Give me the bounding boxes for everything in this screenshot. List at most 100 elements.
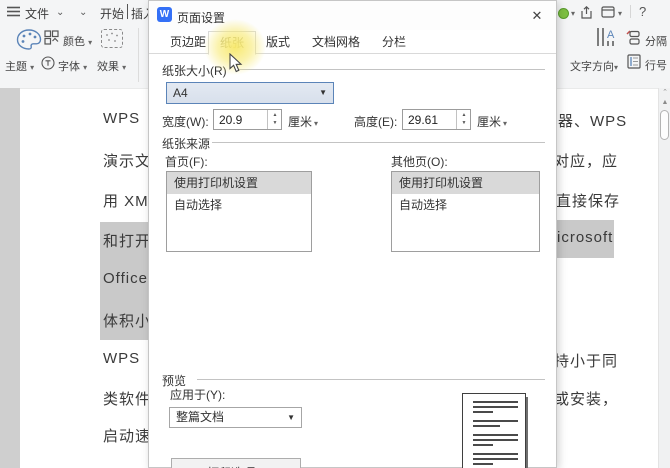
width-input[interactable]: 20.9 ▲ ▼ xyxy=(213,109,282,130)
eye-protection-icon[interactable] xyxy=(558,8,569,19)
preview-line xyxy=(473,425,500,427)
spin-up-icon[interactable]: ▲ xyxy=(268,112,282,118)
color-button[interactable]: 颜色 ▾ xyxy=(63,33,92,49)
width-label: 宽度(W): xyxy=(162,115,209,129)
collapse-chevron-icon[interactable]: ⌄ xyxy=(79,7,87,18)
width-unit-select[interactable]: 厘米 ▾ xyxy=(288,113,318,130)
document-text-right: 器、WPS 对应，应 直接保存 icrosoft 持小于同 或安装， xyxy=(557,89,658,468)
svg-text:A: A xyxy=(607,29,615,41)
text-direction-label: 文字方向 xyxy=(570,61,614,73)
scroll-up-arrow-icon[interactable]: ▲ xyxy=(659,99,670,106)
line-number-label: 行号 xyxy=(645,60,667,72)
other-pages-listbox[interactable]: 使用打印机设置 自动选择 xyxy=(391,171,540,252)
spin-down-icon[interactable]: ▼ xyxy=(457,120,471,126)
tab-paper[interactable]: 纸张 xyxy=(208,31,257,55)
chevron-down-icon[interactable]: ⌄ xyxy=(56,7,64,18)
line-number-icon xyxy=(627,54,641,69)
spin-up-icon[interactable]: ▲ xyxy=(457,112,471,118)
effects-sparkle-icon[interactable] xyxy=(101,29,123,48)
effect-button[interactable]: 效果 ▾ xyxy=(97,58,126,74)
mouse-cursor-icon xyxy=(229,53,244,73)
doc-line: 或安装， xyxy=(557,391,619,408)
text-direction-button[interactable]: 文字方向▾ xyxy=(570,58,618,74)
width-stepper[interactable]: ▲ ▼ xyxy=(267,110,281,129)
width-value: 20.9 xyxy=(219,113,243,127)
list-item[interactable]: 使用打印机设置 xyxy=(392,172,539,194)
preview-line xyxy=(473,434,518,436)
chevron-down-icon: ▾ xyxy=(88,38,93,47)
scrollbar-thumb[interactable] xyxy=(660,110,669,140)
chevron-down-icon: ▾ xyxy=(30,63,35,72)
separator-button[interactable]: 分隔 xyxy=(645,33,667,49)
list-item[interactable]: 使用打印机设置 xyxy=(167,172,311,194)
height-unit-select[interactable]: 厘米 ▾ xyxy=(477,113,507,130)
height-stepper[interactable]: ▲ ▼ xyxy=(456,110,470,129)
width-unit: 厘米 xyxy=(288,115,313,129)
doc-line: 和打开 xyxy=(103,233,148,250)
wps-logo-icon: W xyxy=(157,7,172,22)
paper-source-group-label: 纸张来源 xyxy=(162,137,211,151)
doc-line: Office xyxy=(103,270,148,287)
dialog-title-bar[interactable]: W 页面设置 ✕ xyxy=(149,1,556,30)
divider xyxy=(138,28,139,82)
list-item[interactable]: 自动选择 xyxy=(392,194,539,216)
vertical-scrollbar[interactable]: ⌃ ▲ xyxy=(658,88,670,468)
tab-start[interactable]: 开始 xyxy=(100,5,124,22)
paper-size-select[interactable]: A4 ▼ xyxy=(166,82,334,104)
chevron-down-icon: ▾ xyxy=(503,119,508,128)
chevron-down-icon[interactable]: ▾ xyxy=(618,9,622,18)
dialog-tab-bar: 页边距 纸张 版式 文档网格 分栏 xyxy=(149,31,556,55)
theme-palette-icon[interactable] xyxy=(16,28,42,52)
spin-down-icon[interactable]: ▼ xyxy=(268,120,282,126)
doc-line: 启动速 xyxy=(103,428,148,445)
theme-button[interactable]: 主题 ▾ xyxy=(5,58,34,74)
tab-columns[interactable]: 分栏 xyxy=(371,31,417,54)
circled-t-icon xyxy=(41,56,55,70)
group-divider xyxy=(212,142,545,143)
font-label: 字体 xyxy=(58,61,80,73)
height-unit: 厘米 xyxy=(477,115,502,129)
list-item[interactable]: 自动选择 xyxy=(167,194,311,216)
document-text-left: WPS 演示文 用 XML 和打开 Office 体积小 WPS 类软件 启动速 xyxy=(20,89,148,468)
apply-to-select[interactable]: 整篇文档 ▼ xyxy=(169,407,302,428)
line-number-button[interactable]: 行号 xyxy=(645,57,667,73)
chevron-down-icon: ▾ xyxy=(614,63,619,72)
tab-doc-grid[interactable]: 文档网格 xyxy=(301,31,371,54)
file-menu[interactable]: 文件 xyxy=(25,5,49,22)
doc-line: 对应，应 xyxy=(557,153,619,170)
first-page-label: 首页(F): xyxy=(165,155,208,169)
chevron-down-icon: ▾ xyxy=(314,119,319,128)
hamburger-menu-icon[interactable] xyxy=(7,6,20,17)
preview-line xyxy=(473,420,518,422)
page-left-edge xyxy=(0,88,20,468)
apply-to-label: 应用于(Y): xyxy=(170,388,226,402)
preview-line xyxy=(473,458,518,460)
print-options-button[interactable]: 打印选项... xyxy=(171,458,301,468)
first-page-listbox[interactable]: 使用打印机设置 自动选择 xyxy=(166,171,312,252)
doc-line: 体积小 xyxy=(103,313,148,330)
chevron-down-icon[interactable]: ▾ xyxy=(571,9,575,18)
close-icon[interactable]: ✕ xyxy=(528,7,546,25)
height-input[interactable]: 29.61 ▲ ▼ xyxy=(402,109,471,130)
chevron-down-icon: ▼ xyxy=(319,88,327,97)
collapse-ribbon-icon[interactable]: ⌃ xyxy=(659,88,670,96)
window-layout-icon[interactable] xyxy=(601,6,615,18)
preview-line xyxy=(473,411,494,413)
preview-line xyxy=(473,406,518,408)
doc-line: 演示文 xyxy=(103,153,148,170)
doc-line: 直接保存 xyxy=(557,193,621,210)
chevron-down-icon: ▾ xyxy=(122,63,127,72)
tab-layout[interactable]: 版式 xyxy=(255,31,301,54)
doc-line: 器、WPS xyxy=(558,113,628,130)
doc-line: WPS xyxy=(103,350,141,367)
dialog-title: 页面设置 xyxy=(177,11,226,25)
page-preview-thumbnail xyxy=(462,393,526,468)
theme-label: 主题 xyxy=(5,61,27,73)
share-icon[interactable] xyxy=(581,6,594,19)
help-icon[interactable]: ? xyxy=(639,4,646,19)
preview-line xyxy=(473,401,518,403)
doc-line: icrosoft xyxy=(557,229,614,246)
color-swatches-icon[interactable] xyxy=(44,30,59,45)
font-button[interactable]: 字体 ▾ xyxy=(58,58,87,74)
separator-label: 分隔 xyxy=(645,36,667,48)
